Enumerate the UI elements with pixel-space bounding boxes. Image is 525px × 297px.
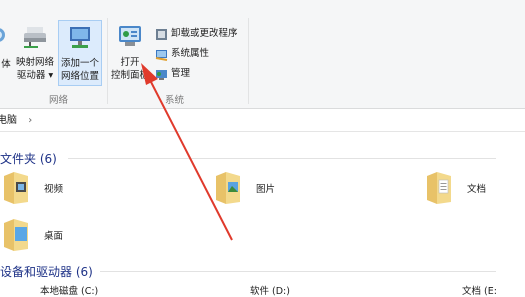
annotation-arrow	[141, 63, 233, 241]
